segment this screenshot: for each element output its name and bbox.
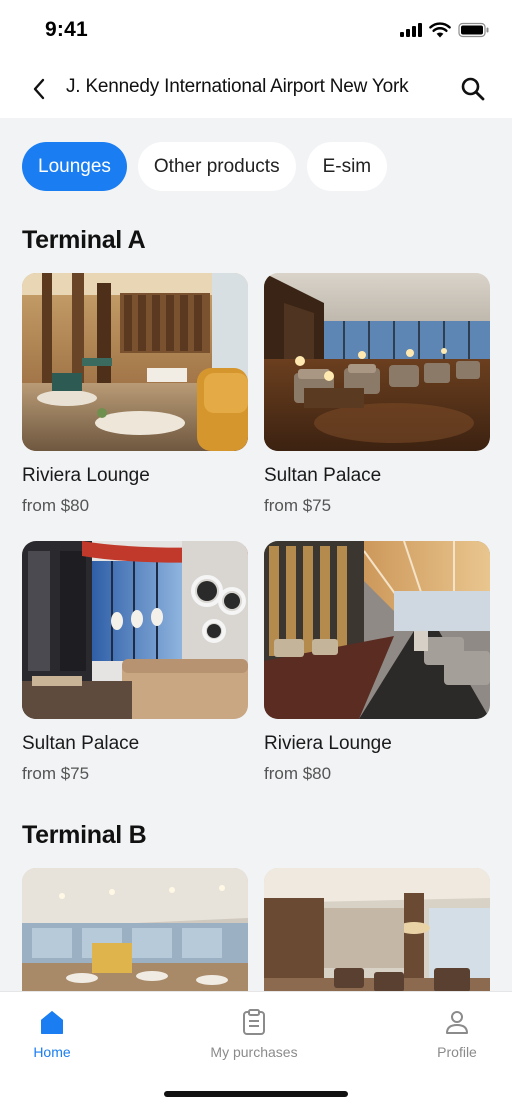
nav-my-purchases[interactable]: My purchases: [194, 1008, 314, 1060]
cellular-signal-icon: [400, 23, 422, 37]
status-icons: [400, 22, 490, 38]
lounge-photo: [264, 541, 490, 719]
lounge-photo: [22, 273, 248, 451]
lounge-price: from $75: [264, 496, 332, 515]
status-time: 9:41: [45, 18, 88, 41]
nav-profile[interactable]: Profile: [397, 1008, 512, 1060]
page-title: J. Kennedy International Airport New Yor…: [66, 76, 409, 97]
nav-home-label: Home: [33, 1044, 71, 1060]
wifi-icon: [429, 22, 451, 38]
battery-icon: [458, 22, 489, 38]
lounge-name: Riviera Lounge: [264, 733, 392, 754]
tab-e-sim[interactable]: E-sim: [306, 142, 388, 191]
nav-my-purchases-label: My purchases: [210, 1044, 298, 1060]
lounge-card[interactable]: Riviera Lounge from $80: [22, 273, 248, 516]
lounge-price: from $80: [22, 496, 90, 515]
lounge-name: Sultan Palace: [22, 733, 140, 754]
chevron-left-icon: [33, 78, 45, 100]
lounge-photo: [22, 541, 248, 719]
lounge-name: Riviera Lounge: [22, 465, 150, 486]
status-bar: 9:41: [0, 0, 512, 60]
back-button[interactable]: [26, 76, 52, 102]
lounge-card[interactable]: Sultan Palace from $75: [22, 541, 248, 784]
lounge-card[interactable]: Sultan Palace from $75: [264, 273, 490, 516]
search-button[interactable]: [458, 74, 488, 104]
section-title-terminal-a: Terminal A: [22, 226, 146, 254]
tab-other-products[interactable]: Other products: [137, 142, 296, 191]
category-tabs: Lounges Other products E-sim: [22, 142, 388, 191]
tab-lounges[interactable]: Lounges: [22, 142, 127, 191]
nav-home[interactable]: Home: [0, 1008, 112, 1060]
home-icon: [41, 1011, 63, 1034]
lounge-name: Sultan Palace: [264, 465, 382, 486]
search-icon: [461, 77, 485, 101]
app-header: J. Kennedy International Airport New Yor…: [0, 60, 512, 118]
lounge-price: from $80: [264, 764, 332, 783]
section-title-terminal-b: Terminal B: [22, 821, 147, 849]
lounge-photo: [264, 273, 490, 451]
person-icon: [446, 1011, 468, 1034]
lounge-price: from $75: [22, 764, 90, 783]
clipboard-icon: [243, 1009, 265, 1035]
home-indicator: [164, 1091, 348, 1097]
nav-profile-label: Profile: [437, 1044, 477, 1060]
lounge-card[interactable]: Riviera Lounge from $80: [264, 541, 490, 784]
